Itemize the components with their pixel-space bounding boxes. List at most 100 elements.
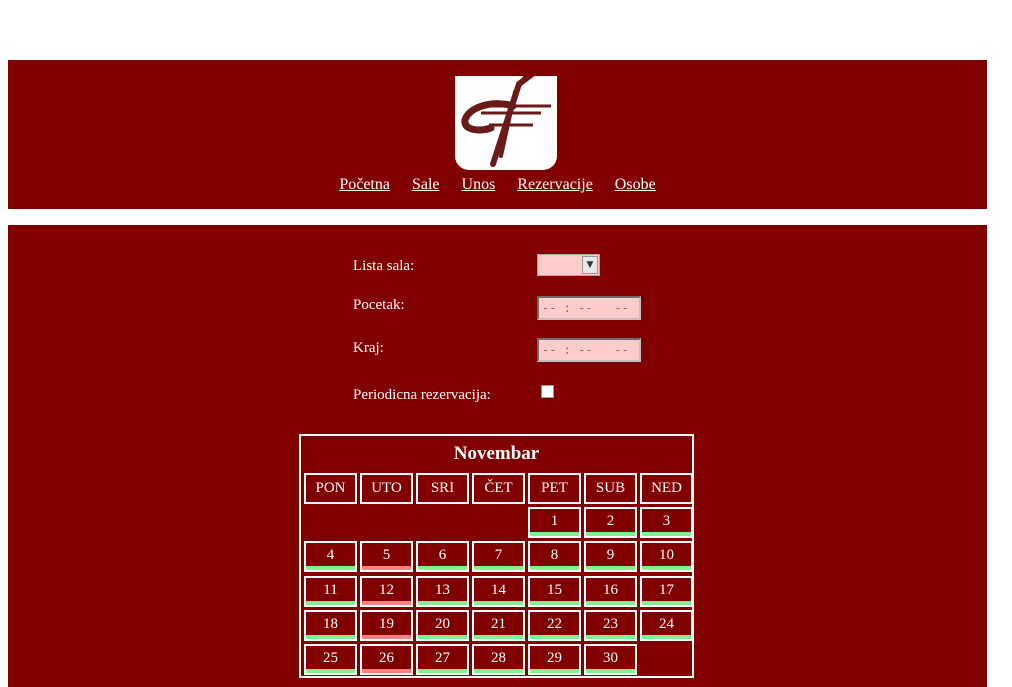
- free-indicator: [306, 669, 355, 673]
- calendar-day[interactable]: 24: [640, 610, 693, 641]
- calendar-day[interactable]: 25: [304, 644, 357, 675]
- calendar-day[interactable]: 17: [640, 576, 693, 607]
- periodicna-checkbox[interactable]: [541, 385, 554, 398]
- busy-indicator: [362, 601, 411, 605]
- calendar-day[interactable]: 16: [584, 576, 637, 607]
- nav-link-unos[interactable]: Unos: [462, 176, 496, 193]
- day-number: 30: [603, 650, 618, 666]
- weekday-header: NED: [640, 473, 693, 504]
- free-indicator: [530, 566, 579, 570]
- day-number: 14: [491, 582, 506, 598]
- free-indicator: [642, 532, 691, 536]
- nav-link-sale[interactable]: Sale: [412, 176, 440, 193]
- calendar-day[interactable]: 15: [528, 576, 581, 607]
- day-number: 23: [603, 616, 618, 632]
- calendar-day[interactable]: 26: [360, 644, 413, 675]
- busy-indicator: [362, 669, 411, 673]
- calendar-day[interactable]: 11: [304, 576, 357, 607]
- day-number: 1: [550, 513, 559, 529]
- calendar-day[interactable]: 10: [640, 541, 693, 572]
- calendar-day[interactable]: 12: [360, 576, 413, 607]
- header-banner: Početna Sale Unos Rezervacije Osobe: [8, 60, 987, 209]
- day-number: 2: [606, 513, 615, 529]
- logo-icon: [461, 69, 551, 167]
- nav-link-rezervacije[interactable]: Rezervacije: [517, 176, 593, 193]
- free-indicator: [642, 601, 691, 605]
- day-number: 15: [547, 582, 562, 598]
- calendar-day[interactable]: 5: [360, 541, 413, 572]
- free-indicator: [474, 566, 523, 570]
- calendar-day[interactable]: 22: [528, 610, 581, 641]
- free-indicator: [586, 601, 635, 605]
- calendar-day[interactable]: 21: [472, 610, 525, 641]
- chevron-down-icon: ▼: [582, 256, 598, 274]
- calendar-day[interactable]: 1: [528, 507, 581, 538]
- free-indicator: [586, 669, 635, 673]
- calendar-day[interactable]: 13: [416, 576, 469, 607]
- free-indicator: [530, 601, 579, 605]
- busy-indicator: [362, 566, 411, 570]
- calendar-day[interactable]: 7: [472, 541, 525, 572]
- calendar-day[interactable]: 27: [416, 644, 469, 675]
- free-indicator: [530, 635, 579, 639]
- day-number: 22: [547, 616, 562, 632]
- calendar-day[interactable]: 4: [304, 541, 357, 572]
- day-number: 3: [662, 513, 671, 529]
- free-indicator: [474, 669, 523, 673]
- logo: [455, 69, 557, 170]
- calendar-day[interactable]: 14: [472, 576, 525, 607]
- calendar-day[interactable]: 18: [304, 610, 357, 641]
- day-number: 10: [659, 547, 674, 563]
- day-number: 13: [435, 582, 450, 598]
- free-indicator: [530, 532, 579, 536]
- periodicna-label: Periodicna rezervacija:: [353, 387, 491, 403]
- weekday-header: SUB: [584, 473, 637, 504]
- day-number: 6: [438, 547, 447, 563]
- calendar-day[interactable]: 29: [528, 644, 581, 675]
- day-number: 21: [491, 616, 506, 632]
- calendar-day[interactable]: 2: [584, 507, 637, 538]
- day-number: 28: [491, 650, 506, 666]
- free-indicator: [586, 532, 635, 536]
- calendar-day[interactable]: 23: [584, 610, 637, 641]
- free-indicator: [306, 566, 355, 570]
- day-number: 8: [550, 547, 559, 563]
- main-nav: Početna Sale Unos Rezervacije Osobe: [8, 176, 987, 194]
- day-number: 24: [659, 616, 674, 632]
- calendar: Novembar PON UTO SRI ČET PET SUB NED 1 2 3 4 5 6 7 8 9 1…: [299, 434, 694, 678]
- free-indicator: [474, 601, 523, 605]
- calendar-day[interactable]: 28: [472, 644, 525, 675]
- free-indicator: [306, 635, 355, 639]
- day-number: 27: [435, 650, 450, 666]
- weekday-header: UTO: [360, 473, 413, 504]
- kraj-time-input[interactable]: -- : -- --: [537, 338, 641, 362]
- free-indicator: [586, 635, 635, 639]
- calendar-day[interactable]: 3: [640, 507, 693, 538]
- calendar-day[interactable]: 8: [528, 541, 581, 572]
- free-indicator: [530, 669, 579, 673]
- day-number: 18: [323, 616, 338, 632]
- nav-link-pocetna[interactable]: Početna: [339, 176, 390, 193]
- nav-link-osobe[interactable]: Osobe: [615, 176, 656, 193]
- day-number: 9: [606, 547, 615, 563]
- day-number: 5: [382, 547, 391, 563]
- day-number: 26: [379, 650, 394, 666]
- calendar-day[interactable]: 19: [360, 610, 413, 641]
- day-number: 19: [379, 616, 394, 632]
- calendar-day[interactable]: 30: [584, 644, 637, 675]
- weekday-header: SRI: [416, 473, 469, 504]
- free-indicator: [642, 566, 691, 570]
- calendar-month-title: Novembar: [453, 443, 540, 464]
- free-indicator: [418, 566, 467, 570]
- lista-sala-select[interactable]: ▼: [537, 254, 600, 276]
- free-indicator: [418, 635, 467, 639]
- pocetak-time-input[interactable]: -- : -- --: [537, 296, 641, 320]
- day-number: 25: [323, 650, 338, 666]
- calendar-day[interactable]: 9: [584, 541, 637, 572]
- calendar-day[interactable]: 6: [416, 541, 469, 572]
- weekday-header: ČET: [472, 473, 525, 504]
- weekday-header: PET: [528, 473, 581, 504]
- calendar-day[interactable]: 20: [416, 610, 469, 641]
- busy-indicator: [362, 635, 411, 639]
- day-number: 16: [603, 582, 618, 598]
